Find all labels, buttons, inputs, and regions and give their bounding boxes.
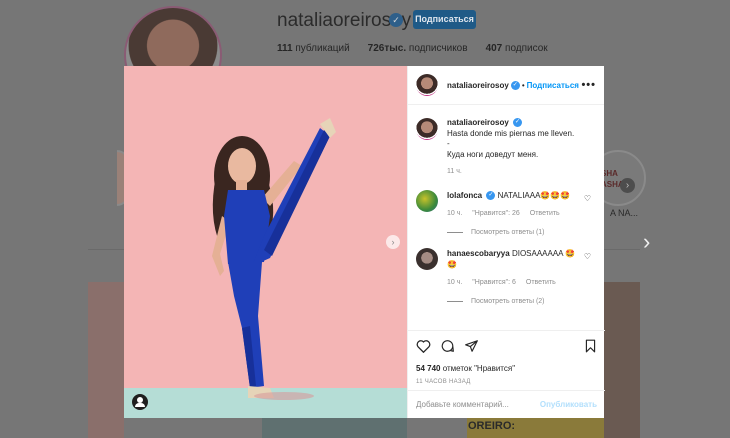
publish-button[interactable]: Опубликовать [540, 400, 597, 409]
replies-line [447, 300, 463, 302]
post-photo[interactable]: › [124, 66, 407, 418]
post-sidebar: nataliaoreirosoy ✓ • Подписаться ••• nat… [407, 66, 605, 418]
caption-line: Hasta donde mis piernas me lleven. [447, 128, 575, 138]
commenter-username[interactable]: lolafonca [447, 191, 482, 200]
comment-body: lolafonca ✓ NATALIAAA🤩🤩🤩 10 ч. "Нравится… [447, 190, 581, 219]
grid-thumbnail[interactable] [604, 282, 640, 438]
magazine-cover-text: OREIRO: [468, 420, 516, 432]
commenter-avatar[interactable] [416, 189, 438, 212]
add-comment-input[interactable] [416, 400, 540, 409]
caption-body: nataliaoreirosoy ✓ Hasta donde mis piern… [447, 118, 574, 178]
caption-time: 11 ч. [447, 168, 462, 175]
save-icon[interactable] [584, 339, 597, 353]
commenter-username[interactable]: hanaescobaryya [447, 249, 510, 258]
caption-avatar[interactable] [416, 118, 438, 140]
caption: nataliaoreirosoy ✓ Hasta donde mis piern… [416, 118, 597, 178]
grid-thumbnail[interactable] [262, 418, 407, 438]
comment-like-heart-icon[interactable]: ♡ [584, 252, 591, 261]
comment-likes[interactable]: "Нравится": 6 [472, 279, 516, 286]
post-header: nataliaoreirosoy ✓ • Подписаться ••• [408, 66, 604, 105]
post-modal: › nataliaoreirosoy ✓ • Подписаться ••• n… [124, 66, 605, 418]
following-stat[interactable]: 407 подписок [486, 43, 548, 54]
header-separator: • [521, 80, 525, 90]
caption-line: Куда ноги доведут меня. [447, 149, 539, 159]
reply-button[interactable]: Ответить [530, 210, 560, 217]
reply-button[interactable]: Ответить [526, 279, 556, 286]
profile-stats: 111 публикаций 726тыс. подписчиков 407 п… [277, 43, 548, 54]
comment-body: hanaescobaryya DIOSAAAAAA 🤩🤩 10 ч. "Нрав… [447, 248, 581, 288]
tag-user-icon[interactable] [132, 394, 148, 410]
next-post-arrow-icon[interactable]: › [643, 230, 661, 254]
comment-likes[interactable]: "Нравится": 26 [472, 210, 520, 217]
comment-icon[interactable] [440, 339, 455, 353]
verified-badge-icon: ✓ [389, 13, 403, 27]
owner-avatar[interactable] [416, 74, 438, 96]
comment-like-heart-icon[interactable]: ♡ [584, 194, 591, 203]
verified-badge-icon: ✓ [510, 80, 520, 90]
highlights-next-icon[interactable]: › [620, 178, 635, 193]
view-replies-button[interactable]: Посмотреть ответы (2) [447, 298, 597, 305]
view-replies-button[interactable]: Посмотреть ответы (1) [447, 229, 597, 236]
comment-item: hanaescobaryya DIOSAAAAAA 🤩🤩 10 ч. "Нрав… [416, 247, 597, 288]
comments-list[interactable]: nataliaoreirosoy ✓ Hasta donde mis piern… [408, 106, 605, 330]
comment-time: 10 ч. [447, 278, 463, 286]
post-actions: 54 740 отметок "Нравится" 11 часов назад [408, 330, 605, 390]
profile-follow-button[interactable]: Подписаться [413, 10, 476, 29]
commenter-avatar[interactable] [416, 247, 438, 270]
replies-line [447, 231, 463, 233]
verified-badge-icon: ✓ [513, 118, 523, 128]
comment-item: lolafonca ✓ NATALIAAA🤩🤩🤩 10 ч. "Нравится… [416, 189, 597, 219]
grid-thumbnail[interactable] [88, 282, 124, 438]
comment-time: 10 ч. [447, 209, 463, 217]
dancer-illustration [212, 118, 336, 400]
comment-text: NATALIAAA🤩🤩🤩 [497, 190, 571, 200]
posts-stat: 111 публикаций [277, 43, 350, 54]
more-options-icon[interactable]: ••• [581, 79, 596, 91]
share-icon[interactable] [464, 339, 479, 353]
followers-stat[interactable]: 726тыс. подписчиков [368, 43, 468, 54]
owner-username[interactable]: nataliaoreirosoy [447, 81, 509, 90]
heart-icon[interactable] [416, 339, 431, 353]
add-comment-bar: Опубликовать [408, 390, 605, 418]
caption-username[interactable]: nataliaoreirosoy [447, 118, 509, 127]
header-follow-button[interactable]: Подписаться [527, 81, 579, 90]
likes-count[interactable]: 54 740 отметок "Нравится" [416, 364, 597, 373]
verified-badge-icon: ✓ [486, 190, 496, 200]
highlight-label: A NA... [610, 208, 639, 218]
caption-line: - [447, 139, 450, 148]
posted-time[interactable]: 11 часов назад [416, 379, 597, 385]
photo-next-icon[interactable]: › [386, 235, 400, 249]
